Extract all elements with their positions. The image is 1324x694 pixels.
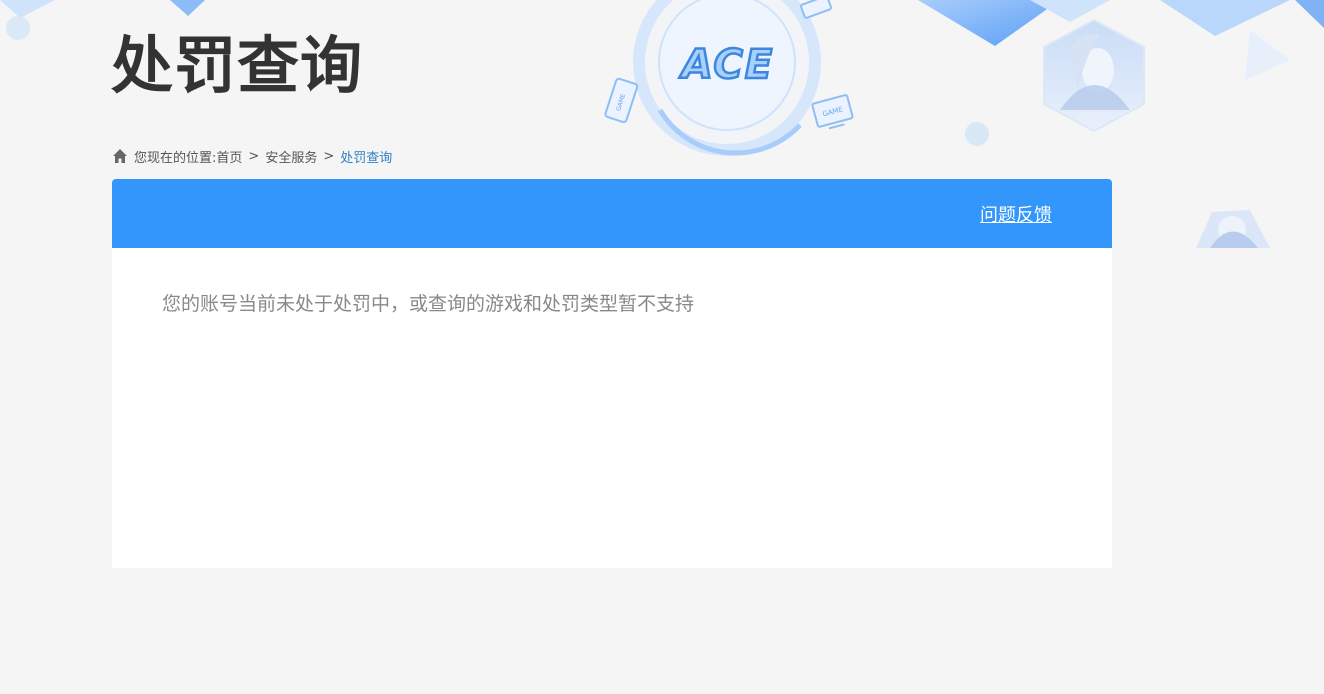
phone-doodle-label: GAME	[615, 93, 627, 112]
ace-logo-text: ACE	[679, 42, 774, 86]
breadcrumb-security-link[interactable]: 安全服务	[265, 147, 317, 166]
home-icon	[113, 149, 127, 163]
breadcrumb-separator: >	[248, 148, 260, 164]
monitor-doodle-label: GAME	[822, 105, 844, 118]
feedback-link[interactable]: 问题反馈	[980, 201, 1052, 227]
breadcrumb-home-link[interactable]: 首页	[216, 147, 242, 166]
page-title: 处罚查询	[111, 29, 364, 102]
breadcrumb-separator: >	[323, 148, 335, 164]
ace-logo: ACE	[678, 41, 774, 86]
result-message: 您的账号当前未处于处罚中，或查询的游戏和处罚类型暂不支持	[162, 293, 695, 315]
panel-header: 问题反馈	[112, 179, 1112, 248]
breadcrumb: 您现在的位置: 首页 > 安全服务 > 处罚查询	[112, 146, 392, 166]
result-panel: 问题反馈 您的账号当前未处于处罚中，或查询的游戏和处罚类型暂不支持	[112, 179, 1112, 568]
panel-body: 您的账号当前未处于处罚中，或查询的游戏和处罚类型暂不支持	[112, 248, 1112, 360]
breadcrumb-prefix: 您现在的位置:	[134, 150, 217, 166]
breadcrumb-current: 处罚查询	[340, 150, 393, 166]
page: GAME GAME ACE 处罚查询 您现在的位置: 首页 > 安全服务 > 处…	[0, 0, 1324, 694]
